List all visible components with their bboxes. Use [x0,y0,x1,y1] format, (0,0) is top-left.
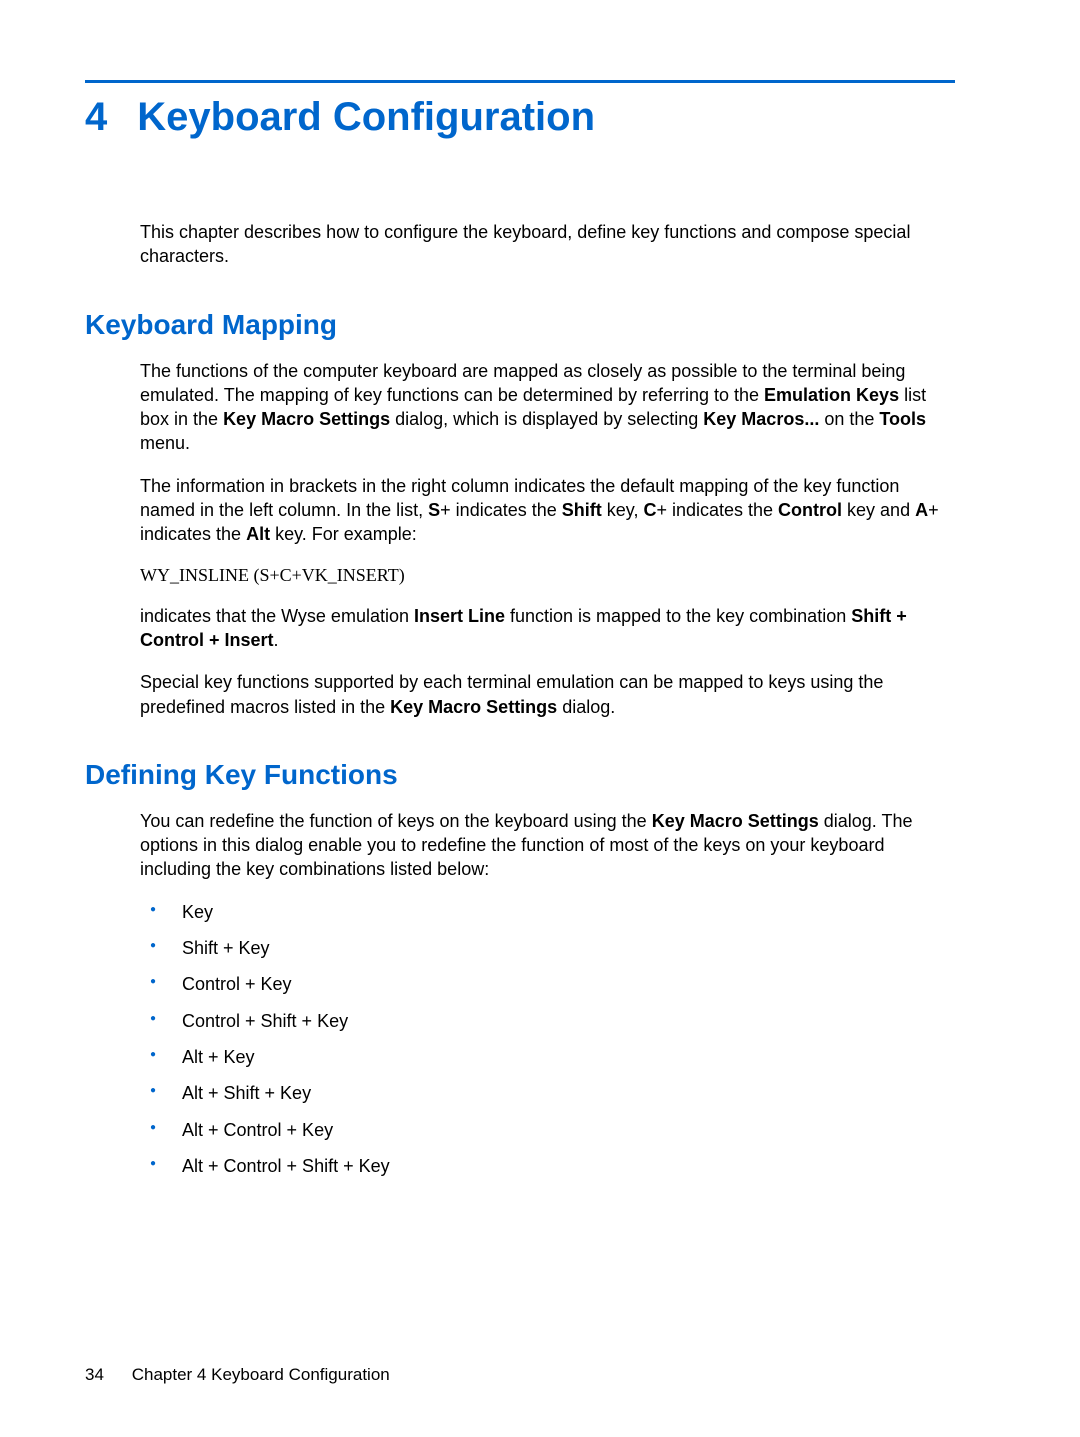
paragraph: Special key functions supported by each … [140,670,955,719]
list-item: Key [140,900,955,924]
section-body: The functions of the computer keyboard a… [140,359,955,719]
section-heading: Defining Key Functions [85,759,955,791]
bold-text: S [428,500,440,520]
bold-text: A [915,500,928,520]
text: indicates that the Wyse emulation [140,606,414,626]
bold-text: C [643,500,656,520]
text: key, [602,500,644,520]
bold-text: Insert Line [414,606,505,626]
list-item: Shift + Key [140,936,955,960]
bold-text: Key Macro Settings [390,697,557,717]
list-item: Alt + Shift + Key [140,1081,955,1105]
text: menu. [140,433,190,453]
paragraph: indicates that the Wyse emulation Insert… [140,604,955,653]
bold-text: Key Macros... [703,409,819,429]
section-body: You can redefine the function of keys on… [140,809,955,1178]
chapter-number: 4 [85,95,107,140]
text: on the [819,409,879,429]
bold-text: Emulation Keys [764,385,899,405]
text: . [274,630,279,650]
bold-text: Alt [246,524,270,544]
text: dialog, which is displayed by selecting [390,409,703,429]
paragraph: The functions of the computer keyboard a… [140,359,955,456]
text: You can redefine the function of keys on… [140,811,652,831]
list-item: Control + Shift + Key [140,1009,955,1033]
top-rule [85,80,955,83]
text: function is mapped to the key combinatio… [505,606,851,626]
paragraph: The information in brackets in the right… [140,474,955,547]
paragraph: You can redefine the function of keys on… [140,809,955,882]
list-item: Alt + Control + Key [140,1118,955,1142]
chapter-title: Keyboard Configuration [137,95,595,140]
text: dialog. [557,697,615,717]
section-keyboard-mapping: Keyboard Mapping The functions of the co… [85,309,955,719]
list-item: Alt + Key [140,1045,955,1069]
section-defining-key-functions: Defining Key Functions You can redefine … [85,759,955,1178]
text: + indicates the [656,500,778,520]
chapter-heading: 4 Keyboard Configuration [85,95,955,140]
bold-text: Control [778,500,842,520]
bold-text: Key Macro Settings [223,409,390,429]
page-content: 4 Keyboard Configuration This chapter de… [85,80,955,1218]
code-example: WY_INSLINE (S+C+VK_INSERT) [140,565,955,586]
chapter-intro: This chapter describes how to configure … [140,220,955,269]
bold-text: Shift [562,500,602,520]
list-item: Control + Key [140,972,955,996]
text: + indicates the [440,500,562,520]
page-number: 34 [85,1365,127,1385]
key-combination-list: Key Shift + Key Control + Key Control + … [140,900,955,1178]
text: key. For example: [270,524,417,544]
section-heading: Keyboard Mapping [85,309,955,341]
text: key and [842,500,915,520]
list-item: Alt + Control + Shift + Key [140,1154,955,1178]
footer-chapter-label: Chapter 4 Keyboard Configuration [132,1365,390,1384]
bold-text: Tools [879,409,926,429]
bold-text: Key Macro Settings [652,811,819,831]
page-footer: 34 Chapter 4 Keyboard Configuration [85,1365,390,1385]
